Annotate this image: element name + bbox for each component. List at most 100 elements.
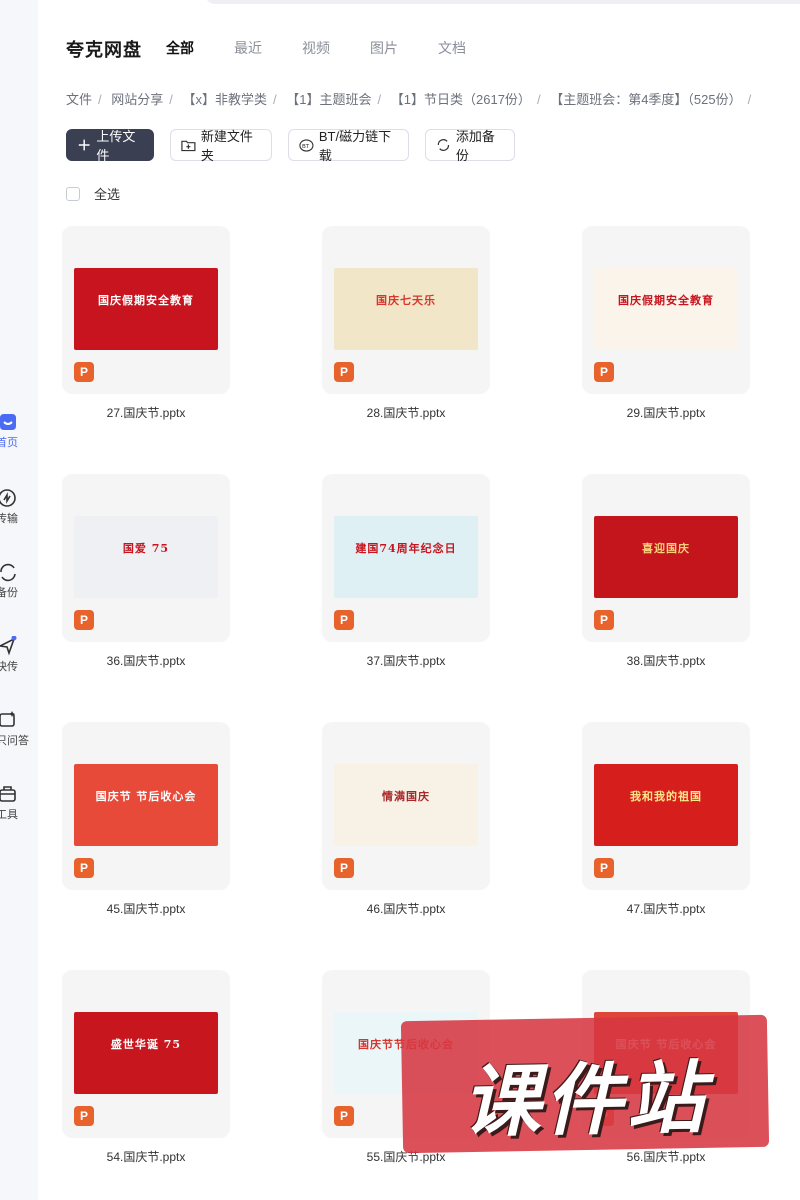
thumbnail-title: 建国74周年纪念日 (355, 542, 457, 555)
sync-icon (437, 139, 450, 151)
new-folder-label: 新建文件夹 (200, 129, 253, 163)
file-thumbnail: 盛世华诞 75 (74, 1012, 218, 1094)
file-card[interactable]: 喜迎国庆 P (582, 474, 750, 642)
file-name[interactable]: 54.国庆节.pptx (62, 1148, 230, 1165)
quick-send-icon (0, 636, 17, 656)
pptx-file-icon: P (74, 362, 94, 382)
app-brand: 夸克网盘 (66, 40, 142, 60)
thumbnail-title: 国爱 75 (122, 542, 170, 555)
breadcrumb: 文件 / 网站分享 / 【x】非教学类 / 【1】主题班会 / 【1】节日类（2617份… (66, 89, 757, 108)
file-name[interactable]: 45.国庆节.pptx (62, 900, 230, 917)
file-name[interactable]: 36.国庆节.pptx (62, 652, 230, 669)
bt-magnet-download-button[interactable]: BT BT/磁力链下载 (288, 129, 409, 163)
select-all-checkbox[interactable] (66, 186, 80, 201)
thumbnail-title: 国庆假期安全教育 (98, 294, 194, 307)
sidebar-item-label: 备份 (0, 587, 18, 599)
breadcrumb-item[interactable]: 【x】非教学类 (183, 92, 268, 107)
folder-plus-icon (181, 140, 196, 152)
thumbnail-title: 我和我的祖国 (630, 790, 702, 803)
sidebar-item-label: 快传 (0, 661, 18, 673)
thumbnail-title: 盛世华诞 75 (110, 1038, 182, 1051)
file-name[interactable]: 38.国庆节.pptx (582, 652, 750, 669)
breadcrumb-separator: / (377, 92, 382, 107)
file-thumbnail: 国庆假期安全教育 (74, 268, 218, 350)
file-name[interactable]: 56.国庆节.pptx (582, 1148, 750, 1165)
pptx-file-icon: P (74, 1106, 94, 1126)
file-thumbnail: 喜迎国庆 (594, 516, 738, 598)
search-bar[interactable] (205, 0, 800, 4)
transfer-icon (0, 489, 16, 507)
file-name[interactable]: 28.国庆节.pptx (322, 404, 490, 421)
side-nav: 首页 传输 备份 快传 只问答 工具 (0, 0, 38, 1200)
pptx-file-icon: P (594, 362, 614, 382)
file-thumbnail: 我和我的祖国 (594, 764, 738, 846)
pptx-file-icon: P (334, 610, 354, 630)
watermark-text: 课件站 (461, 1053, 710, 1149)
breadcrumb-separator: / (747, 92, 752, 107)
add-backup-label: 添加备份 (455, 129, 495, 163)
file-card[interactable]: 建国74周年纪念日 P (322, 474, 490, 642)
breadcrumb-item[interactable]: 网站分享 (111, 92, 163, 107)
select-all-label: 全选 (94, 187, 121, 202)
file-card[interactable]: 国庆假期安全教育 P (582, 226, 750, 394)
home-icon (0, 414, 16, 430)
thumbnail-title: 情满国庆 (382, 790, 430, 803)
sidebar-item-label: 工具 (0, 809, 18, 821)
breadcrumb-item[interactable]: 【1】主题班会 (286, 92, 371, 107)
thumbnail-title: 国庆节 节后收心会 (95, 790, 197, 803)
breadcrumb-separator: / (98, 92, 102, 107)
thumbnail-title: 国庆假期安全教育 (618, 294, 714, 307)
pptx-file-icon: P (334, 362, 354, 382)
file-name[interactable]: 37.国庆节.pptx (322, 652, 490, 669)
tab-images[interactable]: 图片 (370, 38, 398, 58)
file-thumbnail: 建国74周年纪念日 (334, 516, 478, 598)
tools-icon (0, 786, 16, 802)
file-card[interactable]: 我和我的祖国 P (582, 722, 750, 890)
sidebar-item-label: 传输 (0, 513, 18, 525)
upload-file-label: 上传文件 (96, 129, 136, 163)
file-card[interactable]: 盛世华诞 75 P (62, 970, 230, 1138)
file-name[interactable]: 47.国庆节.pptx (582, 900, 750, 917)
bt-icon: BT (299, 139, 314, 152)
tab-video[interactable]: 视频 (302, 38, 330, 58)
pptx-file-icon: P (74, 858, 94, 878)
tab-recent[interactable]: 最近 (234, 38, 262, 58)
svg-text:BT: BT (302, 144, 310, 150)
new-folder-button[interactable]: 新建文件夹 (170, 129, 272, 163)
select-all[interactable]: 全选 (66, 184, 120, 203)
thumbnail-title: 喜迎国庆 (642, 542, 690, 555)
pptx-file-icon: P (334, 1106, 354, 1126)
breadcrumb-item[interactable]: 文件 (66, 92, 92, 107)
breadcrumb-item[interactable]: 【1】节日类（2617份） (391, 92, 531, 107)
breadcrumb-separator: / (169, 92, 173, 107)
upload-file-button[interactable]: 上传文件 (66, 129, 154, 163)
thumbnail-title: 国庆七天乐 (376, 294, 436, 307)
file-thumbnail: 情满国庆 (334, 764, 478, 846)
backup-icon (0, 563, 16, 582)
file-card[interactable]: 情满国庆 P (322, 722, 490, 890)
file-card[interactable]: 国庆节 节后收心会 P (62, 722, 230, 890)
plus-icon (78, 139, 90, 151)
watermark-stamp: 课件站 (400, 1014, 770, 1154)
file-card[interactable]: 国爱 75 P (62, 474, 230, 642)
file-thumbnail: 国爱 75 (74, 516, 218, 598)
breadcrumb-item[interactable]: 【主题班会：第4季度】（525份） (550, 92, 741, 107)
file-name[interactable]: 46.国庆节.pptx (322, 900, 490, 917)
sidebar-item-label: 首页 (0, 437, 18, 449)
tab-documents[interactable]: 文档 (438, 38, 466, 58)
file-card[interactable]: 国庆假期安全教育 P (62, 226, 230, 394)
pptx-file-icon: P (74, 610, 94, 630)
file-thumbnail: 国庆七天乐 (334, 268, 478, 350)
pptx-file-icon: P (594, 858, 614, 878)
pptx-file-icon: P (594, 610, 614, 630)
tab-all[interactable]: 全部 (166, 38, 194, 58)
file-thumbnail: 国庆假期安全教育 (594, 268, 738, 350)
file-name[interactable]: 29.国庆节.pptx (582, 404, 750, 421)
bt-magnet-download-label: BT/磁力链下载 (318, 129, 392, 163)
qa-icon (0, 711, 15, 727)
breadcrumb-separator: / (273, 92, 277, 107)
file-thumbnail: 国庆节 节后收心会 (74, 764, 218, 846)
file-name[interactable]: 27.国庆节.pptx (62, 404, 230, 421)
add-backup-button[interactable]: 添加备份 (425, 129, 515, 163)
file-card[interactable]: 国庆七天乐 P (322, 226, 490, 394)
